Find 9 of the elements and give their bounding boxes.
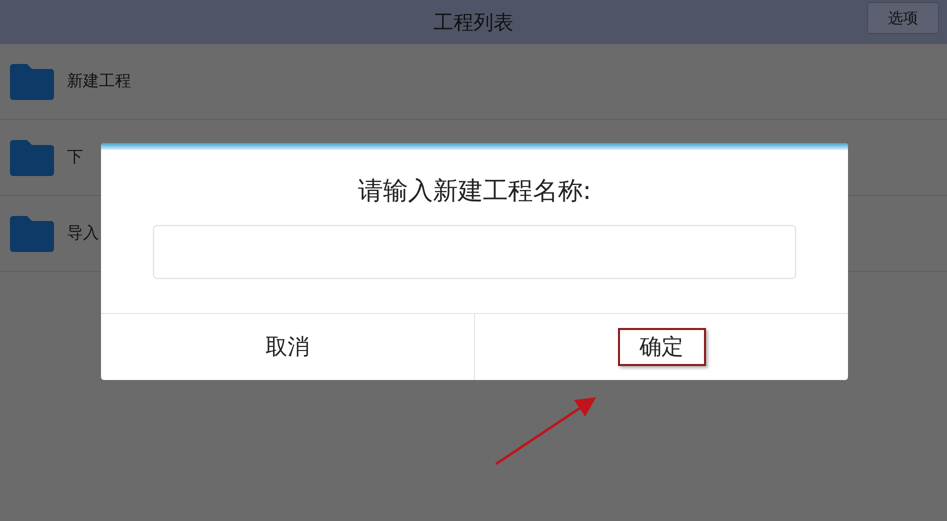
project-item[interactable]: 新建工程	[0, 44, 947, 120]
confirm-button[interactable]: 确定	[618, 328, 706, 366]
page-title: 工程列表	[434, 8, 514, 36]
folder-icon	[10, 64, 54, 100]
input-field[interactable]	[153, 225, 796, 279]
cancel-button[interactable]: 取消	[244, 328, 332, 366]
folder-icon	[10, 140, 54, 176]
dialog-title: 请输入新建工程名称:	[356, 175, 592, 207]
folder-icon	[10, 216, 54, 252]
